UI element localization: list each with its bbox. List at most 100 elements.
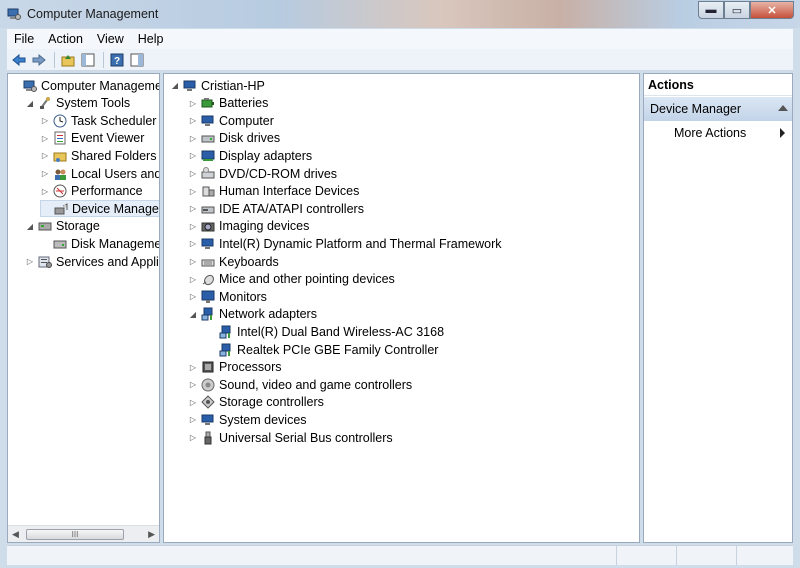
device-tree-item[interactable]: ▷ Batteries xyxy=(188,95,268,112)
expand-twisty-icon[interactable]: ▷ xyxy=(188,99,198,108)
back-button[interactable] xyxy=(10,51,28,69)
expand-twisty-icon[interactable]: ▷ xyxy=(188,433,198,442)
expand-twisty-icon[interactable]: ▷ xyxy=(188,380,198,389)
scrollbar-thumb[interactable]: III xyxy=(26,529,124,540)
device-tree-item[interactable]: ▷ Mice and other pointing devices xyxy=(188,271,395,288)
expand-twisty-icon[interactable]: ▷ xyxy=(188,415,198,424)
expand-twisty-icon[interactable]: ▷ xyxy=(40,187,50,196)
console-tree-item-label: Storage xyxy=(56,219,100,234)
back-arrow-icon xyxy=(12,53,26,66)
console-tree-pane: ◀ III ▶ Computer Management ◢ System Tools… xyxy=(7,73,160,543)
actions-pane: Actions Device Manager More Actions xyxy=(643,73,793,543)
maximize-icon: ▭ xyxy=(731,4,743,17)
console-tree-item[interactable]: ▷ Task Scheduler xyxy=(40,112,157,129)
console-tree-item-label: Task Scheduler xyxy=(71,113,157,128)
device-tree-item[interactable]: ▷ Human Interface Devices xyxy=(188,183,359,200)
expand-twisty-icon[interactable]: ▷ xyxy=(188,204,198,213)
device-tree-item[interactable]: Intel(R) Dual Band Wireless-AC 3168 xyxy=(206,323,444,340)
menu-view[interactable]: View xyxy=(90,32,131,46)
console-tree-item[interactable]: Disk Management xyxy=(40,235,159,252)
device-tree-item-label: Batteries xyxy=(219,96,269,111)
device-tree-item[interactable]: ▷ Computer xyxy=(188,112,274,129)
device-tree-item[interactable]: ▷ Sound, video and game controllers xyxy=(188,376,412,393)
menu-help[interactable]: Help xyxy=(131,32,171,46)
collapse-twisty-icon[interactable]: ◢ xyxy=(170,81,180,90)
up-level-button[interactable] xyxy=(59,51,77,69)
expand-twisty-icon[interactable]: ▷ xyxy=(40,151,50,160)
device-tree-item[interactable]: ▷ Processors xyxy=(188,359,282,376)
expand-twisty-icon[interactable]: ▷ xyxy=(40,169,50,178)
expand-twisty-icon[interactable]: ▷ xyxy=(188,169,198,178)
show-hide-tree-button[interactable] xyxy=(79,51,97,69)
more-actions-item[interactable]: More Actions xyxy=(644,121,792,145)
horizontal-scrollbar[interactable]: ◀ III ▶ xyxy=(8,525,159,542)
collapse-twisty-icon[interactable]: ◢ xyxy=(25,222,35,231)
device-tree-item[interactable]: ◢ Network adapters xyxy=(188,306,317,323)
device-tree-item[interactable]: ▷ Monitors xyxy=(188,288,267,305)
console-tree-item[interactable]: ▷ Event Viewer xyxy=(40,130,145,147)
device-tree-item-label: IDE ATA/ATAPI controllers xyxy=(219,201,364,216)
device-tree-item[interactable]: ▷ Imaging devices xyxy=(188,218,309,235)
network-icon xyxy=(219,325,233,339)
help-button[interactable]: ? xyxy=(108,51,126,69)
device-tree-item-label: Computer xyxy=(219,113,274,128)
maximize-button[interactable]: ▭ xyxy=(724,1,750,19)
expand-twisty-icon[interactable]: ▷ xyxy=(188,134,198,143)
device-tree-item[interactable]: ◢ Cristian-HP xyxy=(170,77,265,94)
expand-twisty-icon[interactable]: ▷ xyxy=(188,187,198,196)
close-button[interactable]: ✕ xyxy=(750,1,794,19)
submenu-arrow-icon xyxy=(780,128,785,138)
device-tree-item-label: System devices xyxy=(219,412,307,427)
performance-icon xyxy=(53,184,67,198)
console-tree-item[interactable]: ▷ Performance xyxy=(40,183,143,200)
expand-twisty-icon[interactable]: ▷ xyxy=(25,257,35,266)
expand-twisty-icon[interactable]: ▷ xyxy=(188,292,198,301)
expand-twisty-icon[interactable]: ▷ xyxy=(188,239,198,248)
device-tree-item[interactable]: ▷ Keyboards xyxy=(188,253,279,270)
expand-twisty-icon[interactable]: ▷ xyxy=(188,363,198,372)
collapse-twisty-icon[interactable]: ◢ xyxy=(188,310,198,319)
collapse-twisty-icon[interactable]: ◢ xyxy=(25,99,35,108)
actions-device-manager-section[interactable]: Device Manager xyxy=(644,97,792,121)
device-manager-icon xyxy=(54,202,68,216)
storage-icon xyxy=(38,219,52,233)
device-tree-item[interactable]: ▷ IDE ATA/ATAPI controllers xyxy=(188,200,364,217)
expand-twisty-icon[interactable]: ▷ xyxy=(40,134,50,143)
console-tree-item-label: Services and Applicat xyxy=(56,254,159,269)
menu-action[interactable]: Action xyxy=(41,32,90,46)
device-tree-item[interactable]: ▷ Universal Serial Bus controllers xyxy=(188,429,393,446)
device-tree-item[interactable]: ▷ Display adapters xyxy=(188,147,312,164)
status-bar xyxy=(7,545,793,565)
forward-button[interactable] xyxy=(30,51,48,69)
expand-twisty-icon[interactable]: ▷ xyxy=(188,275,198,284)
device-tree-item[interactable]: ▷ Intel(R) Dynamic Platform and Thermal F… xyxy=(188,235,502,252)
scroll-left-icon[interactable]: ◀ xyxy=(12,529,19,540)
console-tree-item-label: Disk Management xyxy=(71,236,159,251)
expand-twisty-icon[interactable]: ▷ xyxy=(188,151,198,160)
device-tree-item[interactable]: ▷ Disk drives xyxy=(188,130,280,147)
device-tree-item[interactable]: ▷ Storage controllers xyxy=(188,394,324,411)
console-tree-item[interactable]: ◢ Storage xyxy=(25,218,100,235)
console-tree-item[interactable]: ▷ Shared Folders xyxy=(40,147,157,164)
scroll-right-icon[interactable]: ▶ xyxy=(148,529,155,540)
device-tree-item[interactable]: Realtek PCIe GBE Family Controller xyxy=(206,341,438,358)
console-tree-item[interactable]: ▷ Services and Applicat xyxy=(25,253,159,270)
show-hide-action-pane-button[interactable] xyxy=(128,51,146,69)
expand-twisty-icon[interactable]: ▷ xyxy=(188,116,198,125)
expand-twisty-icon[interactable]: ▷ xyxy=(188,222,198,231)
expand-twisty-icon[interactable]: ▷ xyxy=(188,398,198,407)
console-tree-item[interactable]: ▷ Local Users and Gro xyxy=(40,165,159,182)
menu-file[interactable]: File xyxy=(7,32,41,46)
dvd-icon xyxy=(201,166,215,181)
device-tree-item[interactable]: ▷ DVD/CD-ROM drives xyxy=(188,165,337,182)
device-tree-item[interactable]: ▷ System devices xyxy=(188,411,307,428)
minimize-button[interactable]: ▬ xyxy=(698,1,724,19)
expand-twisty-icon[interactable]: ▷ xyxy=(40,116,50,125)
console-tree-item[interactable]: Computer Management xyxy=(10,77,159,94)
device-tree-item-label: Mice and other pointing devices xyxy=(219,272,395,287)
console-tree-item[interactable]: ◢ System Tools xyxy=(25,95,130,112)
expand-twisty-icon[interactable]: ▷ xyxy=(188,257,198,266)
device-tree-item-label: Keyboards xyxy=(219,254,279,269)
collapse-icon[interactable] xyxy=(778,105,788,111)
console-tree-item[interactable]: Device Manager xyxy=(40,200,159,218)
